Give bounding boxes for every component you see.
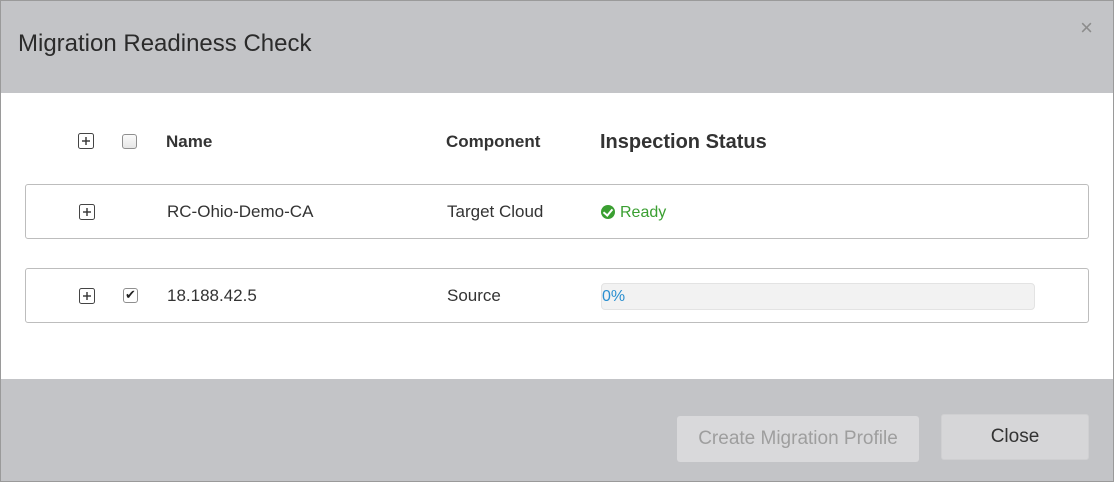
row-component: Source: [447, 286, 501, 305]
expand-row-icon[interactable]: [79, 204, 95, 220]
create-migration-profile-button[interactable]: Create Migration Profile: [677, 416, 919, 462]
table-row: ✔ 18.188.42.5 Source 0%: [25, 268, 1089, 323]
row-name: RC-Ohio-Demo-CA: [167, 202, 314, 221]
close-icon[interactable]: ×: [1080, 17, 1093, 39]
dialog-header: Migration Readiness Check ×: [1, 1, 1113, 93]
status-label: Ready: [620, 204, 667, 221]
dialog-footer: Create Migration Profile Close: [1, 379, 1113, 481]
table-row: RC-Ohio-Demo-CA Target Cloud Ready: [25, 184, 1089, 239]
expand-all-icon[interactable]: [78, 133, 94, 149]
row-component: Target Cloud: [447, 202, 544, 221]
checkmark-icon: ✔: [125, 287, 136, 302]
check-circle-icon: [601, 205, 615, 219]
status-badge: Ready: [601, 204, 666, 222]
expand-row-icon[interactable]: [79, 288, 95, 304]
progress-label: 0%: [602, 288, 626, 305]
migration-readiness-dialog: Migration Readiness Check × Name Compone…: [0, 0, 1114, 482]
column-header-inspection-status[interactable]: Inspection Status: [600, 131, 767, 154]
dialog-body: Name Component Inspection Status RC-Ohio…: [1, 93, 1113, 379]
column-header-name[interactable]: Name: [166, 132, 212, 152]
row-name: 18.188.42.5: [167, 286, 257, 305]
inspection-progress-bar: 0%: [601, 283, 1035, 310]
select-all-checkbox[interactable]: [122, 134, 137, 149]
row-checkbox[interactable]: ✔: [123, 287, 138, 303]
table-header: Name Component Inspection Status: [1, 123, 1113, 163]
column-header-component[interactable]: Component: [446, 132, 540, 152]
close-button[interactable]: Close: [941, 414, 1089, 460]
dialog-title: Migration Readiness Check: [18, 30, 312, 57]
